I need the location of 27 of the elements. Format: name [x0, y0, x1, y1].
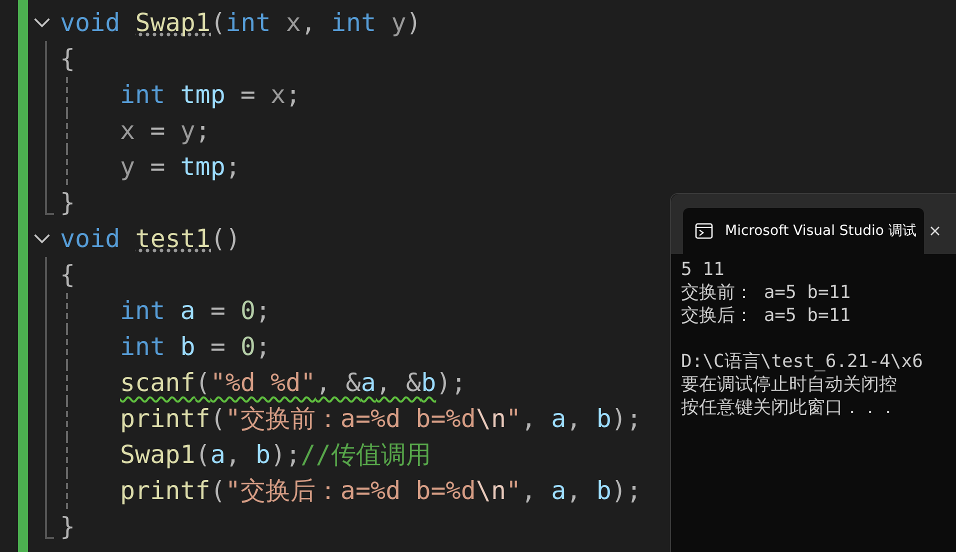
- console-output-line: 5 11: [681, 258, 726, 281]
- code-line: {: [60, 43, 76, 75]
- console-title: Microsoft Visual Studio 调试: [725, 222, 916, 240]
- code-line: scanf("%d %d", &a, &b);: [120, 367, 466, 399]
- code-line: {: [60, 259, 76, 291]
- console-output-line: 交换前： a=5 b=11: [681, 281, 852, 304]
- terminal-icon: [695, 223, 713, 239]
- console-output-line: 要在调试停止时自动关闭控: [681, 373, 898, 396]
- code-line: printf("交换前：a=%d b=%d\n", a, b);: [120, 403, 642, 435]
- code-line: void Swap1(int x, int y): [60, 7, 422, 39]
- console-tab[interactable]: Microsoft Visual Studio 调试: [683, 208, 924, 254]
- console-output-line: D:\C语言\test_6.21-4\x6: [681, 350, 924, 373]
- console-output-line: 交换后： a=5 b=11: [681, 304, 852, 327]
- code-line: x = y;: [120, 115, 210, 147]
- fold-chevron-icon[interactable]: [33, 233, 51, 244]
- code-line: }: [60, 511, 76, 543]
- close-icon[interactable]: [930, 226, 940, 236]
- code-line: void test1(): [60, 223, 241, 255]
- code-line: int a = 0;: [120, 295, 271, 327]
- code-line: int b = 0;: [120, 331, 271, 363]
- fold-chevron-icon[interactable]: [33, 17, 51, 28]
- code-line: int tmp = x;: [120, 79, 301, 111]
- code-line: }: [60, 187, 76, 219]
- code-line: printf("交换后：a=%d b=%d\n", a, b);: [120, 475, 642, 507]
- code-line: Swap1(a, b);//传值调用: [120, 439, 431, 471]
- code-line: y = tmp;: [120, 151, 240, 183]
- console-output-line: 按任意键关闭此窗口．．．: [681, 396, 898, 419]
